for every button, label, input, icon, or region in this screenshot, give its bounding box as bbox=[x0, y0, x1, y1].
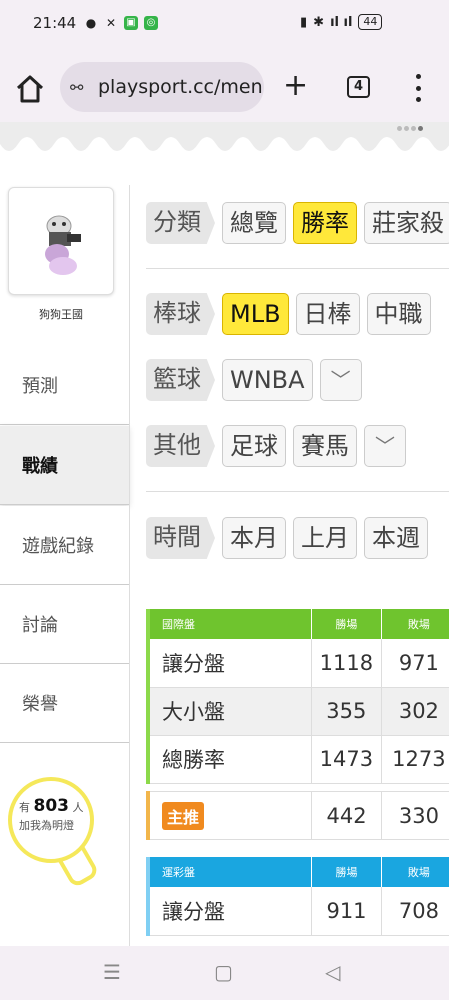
avatar[interactable] bbox=[8, 187, 114, 295]
table-header: 運彩盤 勝場 敗場 bbox=[148, 857, 449, 887]
sidebar-item-honor[interactable]: 榮譽 bbox=[0, 664, 129, 743]
battery-icon: 44 bbox=[358, 14, 383, 30]
carousel-dots[interactable] bbox=[397, 126, 423, 131]
filter-option-bookmaker[interactable]: 莊家殺 bbox=[364, 202, 449, 244]
menu-icon[interactable] bbox=[411, 74, 425, 102]
tab-switcher-button[interactable]: 4 bbox=[347, 76, 370, 98]
follow-label[interactable]: 加我為明燈 bbox=[19, 817, 99, 833]
site-settings-icon[interactable]: ⚯ bbox=[70, 78, 92, 97]
sidebar-item-predict[interactable]: 預測 bbox=[0, 346, 129, 425]
filter-label-time: 時間 bbox=[146, 517, 215, 559]
bluetooth-icon: ✱ bbox=[313, 14, 325, 30]
filter-row-basketball: 籃球 WNBA ﹀ bbox=[146, 359, 362, 401]
filter-option-this-month[interactable]: 本月 bbox=[222, 517, 286, 559]
chevron-down-icon[interactable]: ﹀ bbox=[364, 425, 406, 467]
notification-icons: ● ✕ ▣ ◎ bbox=[84, 16, 158, 30]
missed-call-icon: ✕ bbox=[105, 16, 117, 30]
home-nav-icon[interactable]: ▢ bbox=[214, 960, 233, 984]
filter-option-mlb[interactable]: MLB bbox=[222, 293, 289, 335]
home-icon[interactable] bbox=[14, 74, 46, 104]
filter-label-other: 其他 bbox=[146, 425, 215, 467]
status-time: 21:44 bbox=[33, 14, 77, 32]
chat-icon: ● bbox=[85, 16, 97, 30]
filter-row-baseball: 棒球 MLB 日棒 中職 bbox=[146, 293, 431, 335]
app-notification-icon: ▣ bbox=[124, 16, 138, 30]
fan-count: 有 803 人 bbox=[19, 796, 84, 816]
main-pick-badge: 主推 bbox=[162, 801, 205, 830]
back-icon[interactable]: ◁ bbox=[325, 960, 340, 984]
filter-label-baseball: 棒球 bbox=[146, 293, 215, 335]
filter-option-last-month[interactable]: 上月 bbox=[293, 517, 357, 559]
sidebar-item-discussion[interactable]: 討論 bbox=[0, 585, 129, 664]
filter-label-basketball: 籃球 bbox=[146, 359, 215, 401]
filter-row-category: 分類 總覽 勝率 莊家殺 bbox=[146, 202, 449, 244]
filter-option-winrate[interactable]: 勝率 bbox=[293, 202, 357, 244]
filter-option-horse[interactable]: 賽馬 bbox=[293, 425, 357, 467]
chevron-down-icon[interactable]: ﹀ bbox=[319, 359, 362, 401]
filter-option-cpbl[interactable]: 中職 bbox=[366, 293, 431, 335]
url-text: playsport.cc/men bbox=[98, 76, 263, 98]
filter-option-wnba[interactable]: WNBA bbox=[222, 359, 313, 401]
page-banner bbox=[0, 122, 449, 158]
table-row: 主推 442 330 bbox=[148, 791, 449, 840]
system-icons: ▮ ✱ ıl ıl 44 bbox=[300, 14, 383, 30]
filter-option-soccer[interactable]: 足球 bbox=[222, 425, 286, 467]
filter-option-this-week[interactable]: 本週 bbox=[364, 517, 428, 559]
main-pick-table: 主推 442 330 bbox=[146, 791, 449, 840]
table-row: 讓分盤 1118 971 bbox=[148, 639, 449, 687]
signal-icon: ıl ıl bbox=[330, 14, 353, 30]
sidebar-item-game-log[interactable]: 遊戲紀錄 bbox=[0, 506, 129, 585]
table-row: 總勝率 1473 1273 bbox=[148, 735, 449, 783]
filter-row-time: 時間 本月 上月 本週 bbox=[146, 517, 428, 559]
recents-icon[interactable]: ☰ bbox=[103, 960, 121, 984]
table-row: 大小盤 355 302 bbox=[148, 687, 449, 735]
sidebar-item-record[interactable]: 戰績 bbox=[0, 426, 129, 505]
filter-label-category: 分類 bbox=[146, 202, 215, 244]
table-row: 讓分盤 911 708 bbox=[148, 887, 449, 935]
app-notification-icon-2: ◎ bbox=[144, 16, 158, 30]
intl-record-table: 國際盤 勝場 敗場 讓分盤 1118 971 大小盤 355 302 總勝率 1… bbox=[146, 609, 449, 784]
lottery-record-table: 運彩盤 勝場 敗場 讓分盤 911 708 bbox=[146, 857, 449, 936]
filter-option-npb[interactable]: 日棒 bbox=[295, 293, 360, 335]
table-header: 國際盤 勝場 敗場 bbox=[148, 609, 449, 639]
address-bar[interactable]: ⚯ playsport.cc/men bbox=[60, 62, 264, 112]
filter-row-other: 其他 足球 賽馬 ﹀ bbox=[146, 425, 406, 467]
username: 狗狗王國 bbox=[39, 308, 83, 321]
vibrate-icon: ▮ bbox=[300, 14, 308, 30]
new-tab-icon[interactable]: + bbox=[283, 68, 308, 104]
filter-option-overview[interactable]: 總覽 bbox=[222, 202, 286, 244]
